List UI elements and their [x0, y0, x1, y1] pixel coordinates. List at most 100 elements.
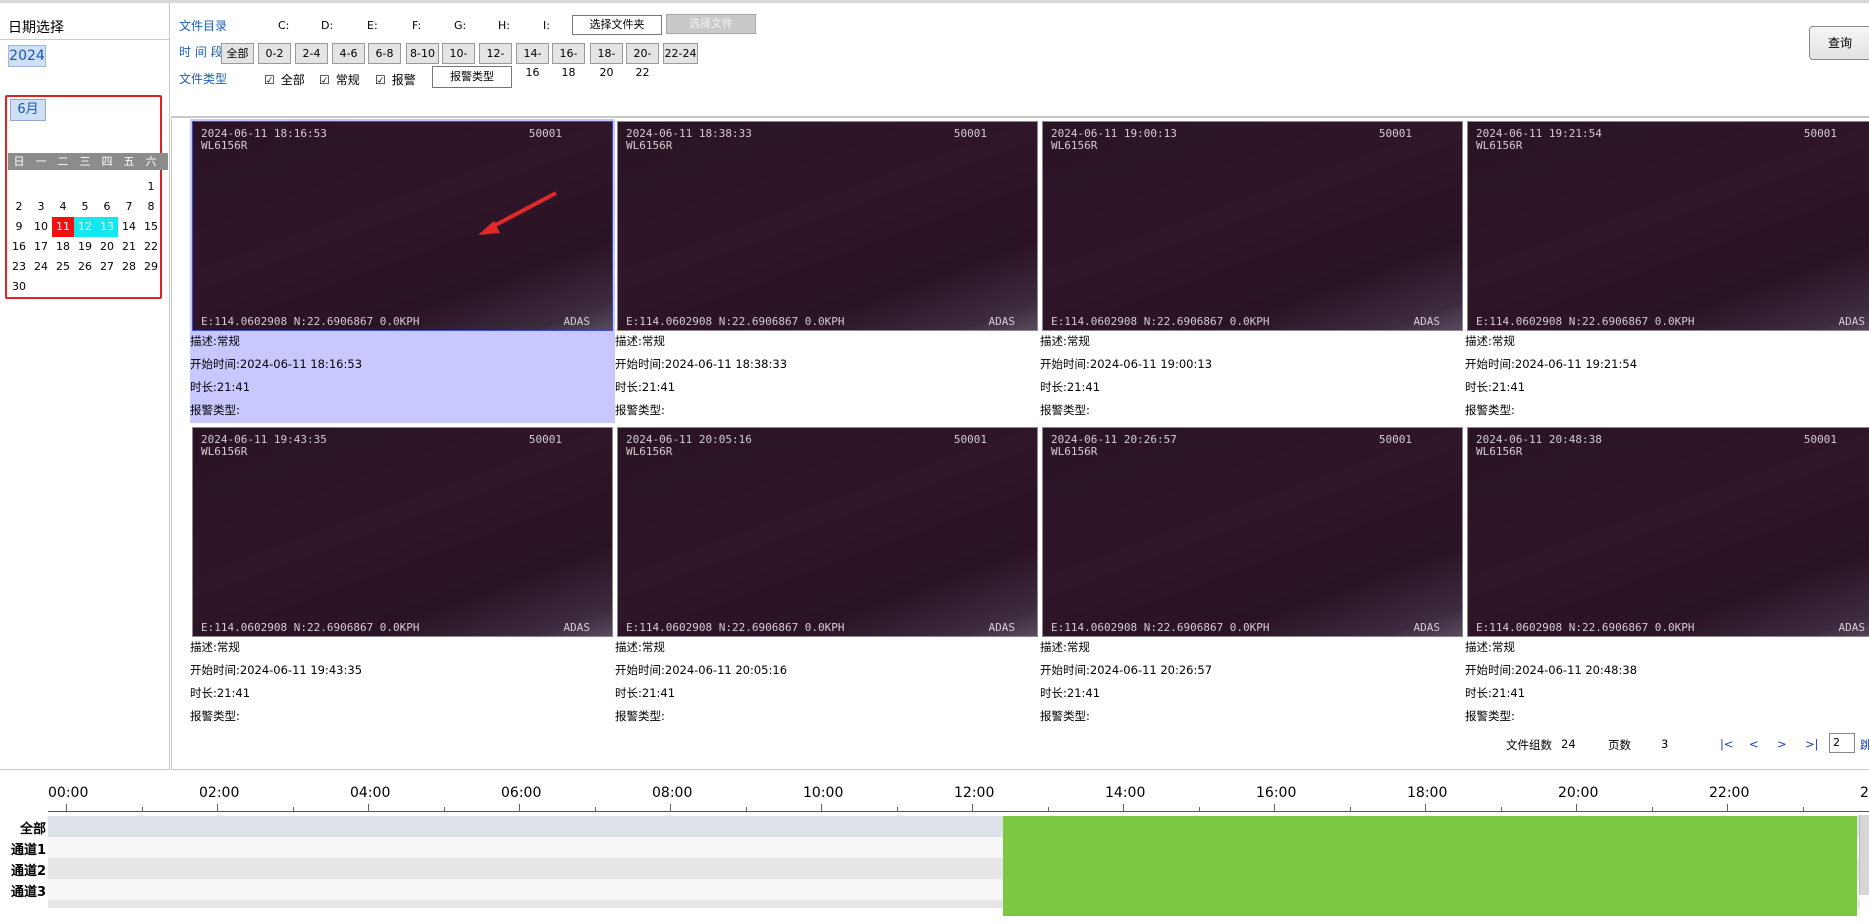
video-duration: 时长:21:41: [190, 686, 251, 700]
time-range-button[interactable]: 12-14: [479, 43, 512, 79]
video-card[interactable]: 2024-06-11 20:48:38 WL6156R 50001 E:114.060…: [1465, 425, 1869, 729]
next-page-button[interactable]: >: [1777, 737, 1787, 751]
recording-segment[interactable]: [1003, 816, 1857, 916]
calendar-empty-cell: [140, 277, 162, 297]
video-card[interactable]: 2024-06-11 19:43:35 WL6156R 50001 E:114.060…: [190, 425, 615, 729]
date-panel-title: 日期选择: [8, 20, 64, 36]
calendar-day[interactable]: 29: [140, 257, 162, 277]
first-page-button[interactable]: |<: [1720, 737, 1734, 751]
calendar-day[interactable]: 28: [118, 257, 140, 277]
overlay-gps: E:114.0602908 N:22.6906867 0.0KPH: [201, 621, 420, 634]
time-range-button[interactable]: 14-16: [516, 43, 549, 79]
calendar-day[interactable]: 4: [52, 197, 74, 217]
calendar-day[interactable]: 8: [140, 197, 162, 217]
overlay-code: 50001: [1803, 433, 1837, 446]
video-card[interactable]: 2024-06-11 18:16:53 WL6156R 50001 E:114.060…: [190, 119, 615, 423]
select-file-button[interactable]: 选择文件: [666, 14, 756, 34]
drive-f[interactable]: F:: [412, 19, 421, 32]
video-card[interactable]: 2024-06-11 20:26:57 WL6156R 50001 E:114.060…: [1040, 425, 1465, 729]
calendar-day[interactable]: 21: [118, 237, 140, 257]
calendar-day[interactable]: 20: [96, 237, 118, 257]
timeline-hour-label: 20:00: [1558, 785, 1599, 801]
video-thumbnail[interactable]: 2024-06-11 20:26:57 WL6156R 50001 E:114.060…: [1042, 427, 1463, 637]
drive-c[interactable]: C:: [278, 19, 289, 32]
timeline-hour-label: 04:00: [350, 785, 391, 801]
select-folder-button[interactable]: 选择文件夹: [572, 15, 662, 35]
calendar-day[interactable]: 24: [30, 257, 52, 277]
drive-h[interactable]: H:: [498, 19, 510, 32]
time-range-button[interactable]: 16-18: [552, 43, 585, 79]
calendar-day[interactable]: 12: [74, 217, 96, 237]
calendar-day[interactable]: 10: [30, 217, 52, 237]
time-range-button[interactable]: 20-22: [626, 43, 659, 79]
jump-button[interactable]: 跳: [1860, 737, 1869, 753]
overlay-code: 50001: [528, 433, 562, 446]
last-page-button[interactable]: >|: [1805, 737, 1819, 751]
calendar-day[interactable]: 17: [30, 237, 52, 257]
alarm-type-button[interactable]: 报警类型: [432, 66, 512, 88]
calendar-day[interactable]: 25: [52, 257, 74, 277]
timeline-label-channel1: 通道1: [10, 843, 46, 858]
drive-e[interactable]: E:: [367, 19, 378, 32]
overlay-tag: ADAS: [1413, 621, 1441, 634]
calendar-day[interactable]: 11: [52, 217, 74, 237]
drive-d[interactable]: D:: [321, 19, 333, 32]
video-card[interactable]: 2024-06-11 19:00:13 WL6156R 50001 E:114.060…: [1040, 119, 1465, 423]
timeline-scrollbar[interactable]: [1859, 815, 1869, 895]
query-button[interactable]: 查询: [1809, 26, 1869, 60]
time-range-button[interactable]: 全部: [221, 43, 254, 64]
calendar-day[interactable]: 26: [74, 257, 96, 277]
calendar-day[interactable]: 15: [140, 217, 162, 237]
type-normal-checkbox[interactable]: ☑ 常规: [319, 71, 360, 88]
calendar-day[interactable]: 16: [8, 237, 30, 257]
calendar-day[interactable]: 5: [74, 197, 96, 217]
calendar-empty-cell: [30, 277, 52, 297]
calendar-day[interactable]: 27: [96, 257, 118, 277]
video-card[interactable]: 2024-06-11 20:05:16 WL6156R 50001 E:114.060…: [615, 425, 1040, 729]
calendar-day[interactable]: 22: [140, 237, 162, 257]
calendar-day[interactable]: 30: [8, 277, 30, 297]
type-all-checkbox[interactable]: ☑ 全部: [264, 71, 305, 88]
time-range-button[interactable]: 10-12: [442, 43, 475, 79]
calendar-day[interactable]: 19: [74, 237, 96, 257]
calendar-day[interactable]: 13: [96, 217, 118, 237]
weekday-label: 五: [123, 155, 135, 168]
calendar-day[interactable]: 2: [8, 197, 30, 217]
time-range-button[interactable]: 4-6: [332, 43, 365, 64]
time-range-button[interactable]: 18-20: [590, 43, 623, 79]
time-range-button[interactable]: 0-2: [258, 43, 291, 64]
calendar-day[interactable]: 9: [8, 217, 30, 237]
video-thumbnail[interactable]: 2024-06-11 18:38:33 WL6156R 50001 E:114.060…: [617, 121, 1038, 331]
prev-page-button[interactable]: <: [1749, 737, 1759, 751]
calendar-day[interactable]: 3: [30, 197, 52, 217]
video-start-time: 开始时间:2024-06-11 20:48:38: [1465, 663, 1638, 677]
month-button[interactable]: 6月: [10, 99, 46, 121]
drive-i[interactable]: I:: [543, 19, 550, 32]
video-thumbnail[interactable]: 2024-06-11 19:21:54 WL6156R 50001 E:114.060…: [1467, 121, 1869, 331]
timeline-label-all: 全部: [19, 822, 46, 837]
overlay-plate: WL6156R: [201, 139, 248, 152]
video-thumbnail[interactable]: 2024-06-11 20:05:16 WL6156R 50001 E:114.060…: [617, 427, 1038, 637]
calendar-day[interactable]: 23: [8, 257, 30, 277]
time-range-button[interactable]: 2-4: [295, 43, 328, 64]
drive-g[interactable]: G:: [454, 19, 466, 32]
video-thumbnail[interactable]: 2024-06-11 19:43:35 WL6156R 50001 E:114.060…: [192, 427, 613, 637]
time-range-button[interactable]: 8-10: [406, 43, 439, 64]
video-thumbnail[interactable]: 2024-06-11 19:00:13 WL6156R 50001 E:114.060…: [1042, 121, 1463, 331]
timeline[interactable]: 00:00 02:00 04:00 06:00 08:00 10:00 12:00 14:00…: [0, 771, 1869, 924]
calendar-day[interactable]: 14: [118, 217, 140, 237]
type-alarm-checkbox[interactable]: ☑ 报警: [375, 71, 416, 88]
time-range-button[interactable]: 6-8: [368, 43, 401, 64]
calendar-day[interactable]: 1: [140, 177, 162, 197]
page-input[interactable]: 2: [1829, 733, 1855, 753]
calendar-day[interactable]: 18: [52, 237, 74, 257]
divider: [0, 39, 169, 40]
year-button[interactable]: 2024: [8, 45, 46, 67]
calendar-day[interactable]: 6: [96, 197, 118, 217]
calendar-empty-cell: [118, 277, 140, 297]
video-card[interactable]: 2024-06-11 19:21:54 WL6156R 50001 E:114.060…: [1465, 119, 1869, 423]
video-card[interactable]: 2024-06-11 18:38:33 WL6156R 50001 E:114.060…: [615, 119, 1040, 423]
calendar-day[interactable]: 7: [118, 197, 140, 217]
time-range-button[interactable]: 22-24: [663, 43, 698, 64]
video-thumbnail[interactable]: 2024-06-11 20:48:38 WL6156R 50001 E:114.060…: [1467, 427, 1869, 637]
